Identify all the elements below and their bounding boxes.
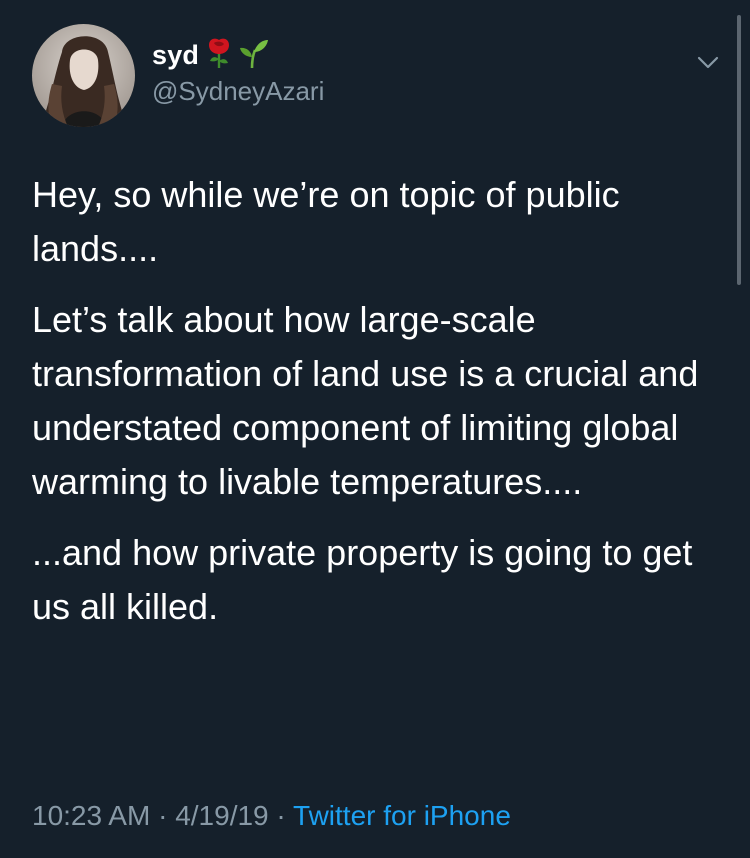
meta-separator: · — [276, 800, 286, 831]
user-handle[interactable]: @SydneyAzari — [152, 76, 324, 107]
chevron-down-icon[interactable] — [696, 50, 720, 74]
meta-separator: · — [158, 800, 168, 831]
tweet-date[interactable]: 4/19/19 — [175, 800, 268, 831]
tweet-source-link[interactable]: Twitter for iPhone — [293, 800, 511, 831]
user-names: syd @SydneyAzari — [152, 38, 324, 107]
display-name-row: syd — [152, 38, 324, 72]
rose-emoji — [205, 37, 233, 74]
tweet-text: Hey, so while we’re on topic of public l… — [32, 168, 722, 651]
avatar-image — [32, 24, 135, 127]
tweet-time[interactable]: 10:23 AM — [32, 800, 150, 831]
tweet-paragraph-1: Hey, so while we’re on topic of public l… — [32, 174, 620, 269]
tweet-meta: 10:23 AM · 4/19/19 · Twitter for iPhone — [32, 800, 511, 832]
tweet-paragraph-3: ...and how private property is going to … — [32, 532, 693, 627]
tweet-header: syd @SydneyAzari — [32, 24, 732, 128]
tweet: syd @SydneyAzari Hey, so while we’re on … — [0, 0, 750, 858]
seedling-emoji — [239, 37, 269, 74]
avatar[interactable] — [32, 24, 135, 127]
display-name[interactable]: syd — [152, 40, 199, 71]
scrollbar[interactable] — [737, 15, 741, 285]
tweet-paragraph-2: Let’s talk about how large-scale transfo… — [32, 299, 699, 502]
